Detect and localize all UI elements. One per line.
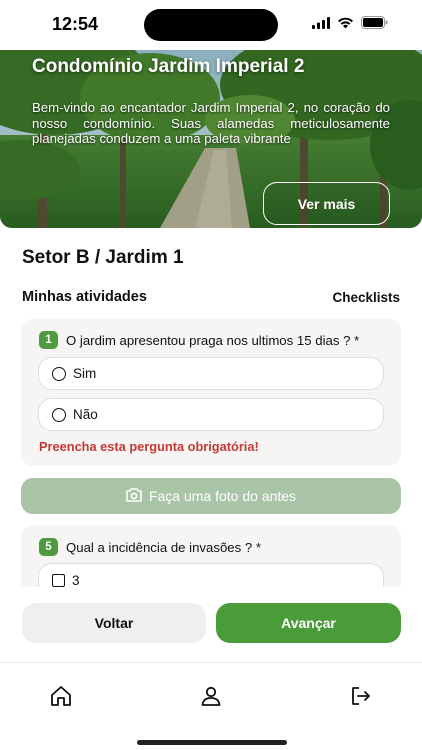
question-card: 5 Qual a incidência de invasões ? * 3 bbox=[21, 525, 401, 587]
next-button[interactable]: Avançar bbox=[216, 603, 401, 643]
option-label: Não bbox=[73, 407, 98, 422]
logout-icon[interactable] bbox=[346, 681, 376, 711]
question-text: Qual a incidência de invasões ? * bbox=[66, 539, 262, 555]
status-time: 12:54 bbox=[52, 14, 99, 34]
battery-icon bbox=[361, 16, 388, 34]
validation-error: Preencha esta pergunta obrigatória! bbox=[39, 439, 259, 454]
dynamic-island bbox=[144, 9, 278, 41]
section-header: Minhas atividades Checklists bbox=[22, 289, 400, 305]
option-nao[interactable]: Não bbox=[38, 398, 384, 431]
option-label: Sim bbox=[73, 366, 97, 381]
tab-bar bbox=[0, 662, 422, 750]
option-sim[interactable]: Sim bbox=[38, 357, 384, 390]
question-number-badge: 5 bbox=[39, 538, 58, 556]
camera-icon bbox=[126, 487, 142, 505]
option-3[interactable]: 3 bbox=[38, 563, 384, 587]
question-header: 1 O jardim apresentou praga nos ultimos … bbox=[39, 331, 359, 349]
signal-icon bbox=[312, 16, 330, 34]
home-indicator bbox=[137, 740, 287, 745]
radio-icon[interactable] bbox=[52, 366, 66, 381]
hero-banner: Condomínio Jardim Imperial 2 Bem-vindo a… bbox=[0, 50, 422, 228]
checkbox-icon[interactable] bbox=[52, 573, 65, 587]
option-label: 3 bbox=[72, 572, 80, 588]
status-icons bbox=[312, 16, 388, 34]
take-before-photo-button[interactable]: Faça uma foto do antes bbox=[21, 478, 401, 514]
question-card: 1 O jardim apresentou praga nos ultimos … bbox=[21, 319, 401, 466]
home-icon[interactable] bbox=[46, 681, 76, 711]
radio-icon[interactable] bbox=[52, 407, 66, 422]
hero-description: Bem-vindo ao encantador Jardim Imperial … bbox=[32, 100, 390, 146]
see-more-button[interactable]: Ver mais bbox=[263, 182, 390, 225]
user-icon[interactable] bbox=[196, 681, 226, 711]
question-text: O jardim apresentou praga nos ultimos 15… bbox=[66, 332, 360, 348]
back-button[interactable]: Voltar bbox=[22, 603, 206, 643]
sector-title: Setor B / Jardim 1 bbox=[22, 247, 184, 268]
my-activities-label: Minhas atividades bbox=[22, 289, 147, 305]
question-header: 5 Qual a incidência de invasões ? * bbox=[39, 538, 261, 556]
action-bar: Voltar Avançar bbox=[0, 588, 422, 660]
checklists-link[interactable]: Checklists bbox=[332, 290, 400, 305]
wifi-icon bbox=[337, 16, 354, 34]
photo-button-label: Faça uma foto do antes bbox=[148, 488, 297, 504]
hero-title: Condomínio Jardim Imperial 2 bbox=[32, 56, 305, 77]
status-bar: 12:54 bbox=[0, 0, 422, 50]
question-number-badge: 1 bbox=[39, 331, 58, 349]
